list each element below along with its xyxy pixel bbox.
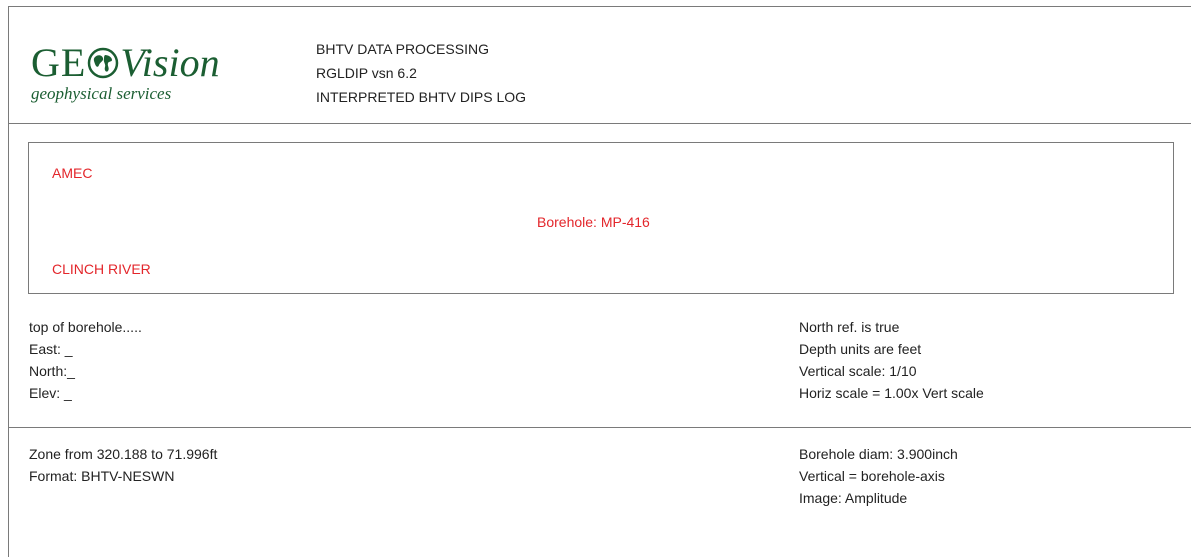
project-box: AMEC Borehole: MP-416 CLINCH RIVER	[28, 142, 1174, 294]
logo-wordmark: GE Vision	[31, 43, 220, 83]
logo-brand-prefix: GE	[31, 40, 87, 85]
site-location: CLINCH RIVER	[52, 261, 151, 277]
borehole-diameter: Borehole diam: 3.900inch	[799, 446, 958, 462]
log-title: INTERPRETED BHTV DIPS LOG	[316, 89, 527, 105]
north-coordinate: North:_	[29, 363, 75, 379]
vertical-reference: Vertical = borehole-axis	[799, 468, 945, 484]
depth-units: Depth units are feet	[799, 341, 922, 357]
header-band: GE Vision geophysical services BHTV DATA…	[9, 7, 1191, 124]
report-title-block: BHTV DATA PROCESSING RGLDIP vsn 6.2 INTE…	[316, 37, 526, 109]
image-type: Image: Amplitude	[799, 490, 908, 506]
processing-title: BHTV DATA PROCESSING	[316, 41, 489, 57]
horizontal-scale: Horiz scale = 1.00x Vert scale	[799, 385, 984, 401]
east-coordinate: East: _	[29, 341, 73, 357]
geovision-logo: GE Vision geophysical services	[31, 43, 271, 113]
position-settings-block: top of borehole..... East: _ North:_ Ele…	[9, 299, 1191, 428]
zone-range: Zone from 320.188 to 71.996ft	[29, 446, 218, 462]
borehole-id: Borehole: MP-416	[537, 214, 650, 230]
data-format: Format: BHTV-NESWN	[29, 468, 175, 484]
globe-icon	[88, 47, 119, 79]
zone-block: Zone from 320.188 to 71.996ft Format: BH…	[9, 428, 1191, 558]
north-reference: North ref. is true	[799, 319, 900, 335]
software-version: RGLDIP vsn 6.2	[316, 65, 417, 81]
borehole-parameters: Borehole diam: 3.900inch Vertical = bore…	[799, 443, 958, 509]
logo-brand-suffix: Vision	[120, 40, 220, 85]
log-settings: North ref. is true Depth units are feet …	[799, 316, 984, 404]
top-of-borehole-label: top of borehole.....	[29, 319, 142, 335]
borehole-position: top of borehole..... East: _ North:_ Ele…	[29, 316, 142, 404]
log-header-page: GE Vision geophysical services BHTV DATA…	[8, 6, 1191, 557]
vertical-scale: Vertical scale: 1/10	[799, 363, 917, 379]
company-name: AMEC	[52, 165, 93, 181]
zone-info: Zone from 320.188 to 71.996ft Format: BH…	[29, 443, 217, 487]
elevation: Elev: _	[29, 385, 72, 401]
logo-tagline: geophysical services	[31, 84, 172, 103]
